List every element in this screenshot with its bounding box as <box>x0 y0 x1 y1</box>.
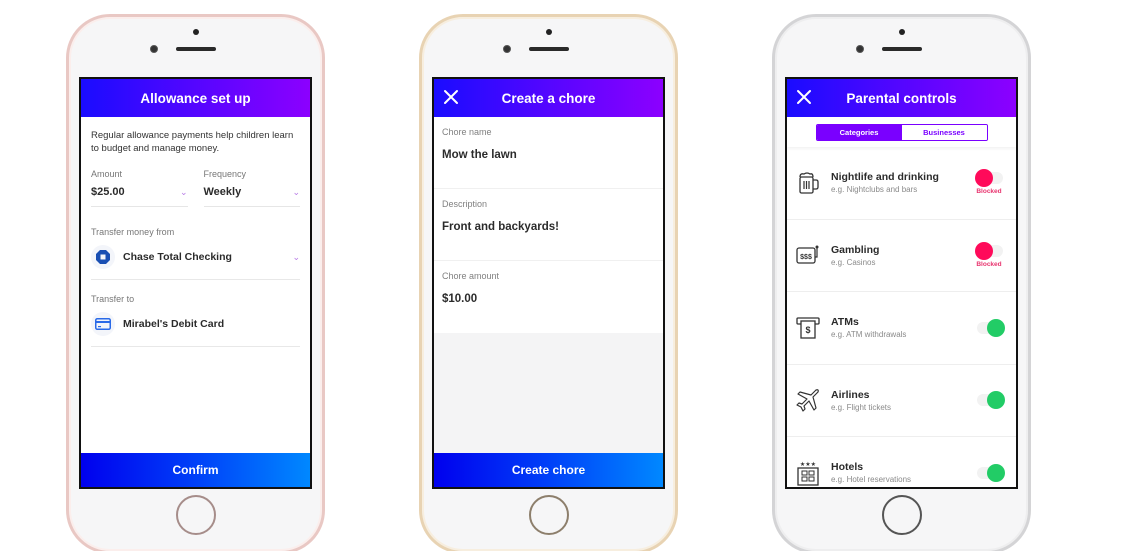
chore-header: Create a chore <box>434 79 663 117</box>
beer-mug-icon <box>799 172 819 194</box>
hotel-icon: ★★★ <box>797 461 819 486</box>
transfer-from-value: Chase Total Checking <box>123 251 232 263</box>
chase-bank-icon <box>91 245 115 269</box>
proximity-sensor <box>545 29 552 35</box>
svg-text:$: $ <box>805 325 810 335</box>
hotels-toggle[interactable] <box>975 463 1005 482</box>
chore-amount-label: Chore amount <box>442 271 500 281</box>
transfer-from-section: Transfer money from Chase Total Checking… <box>81 207 310 280</box>
description-label: Description <box>442 199 488 209</box>
parental-header: Parental controls <box>787 79 1016 117</box>
tab-categories[interactable]: Categories <box>816 124 902 140</box>
chore-name-value: Mow the lawn <box>442 149 517 161</box>
phone-parental: Parental controls Categories Businesses … <box>772 14 1031 551</box>
chore-name-label: Chore name <box>442 127 492 137</box>
gambling-toggle[interactable] <box>975 241 1003 260</box>
category-subtitle: e.g. Nightclubs and bars <box>831 185 918 195</box>
parental-screen: Parental controls Categories Businesses … <box>785 77 1018 489</box>
earpiece-speaker <box>528 47 569 51</box>
create-chore-button[interactable]: Create chore <box>434 453 663 487</box>
description-value: Front and backyards! <box>442 221 559 233</box>
proximity-sensor <box>898 29 905 35</box>
allowance-intro: Regular allowance payments help children… <box>91 130 294 154</box>
close-icon[interactable] <box>443 89 459 105</box>
phone-allowance: Allowance set up Regular allowance payme… <box>66 14 325 551</box>
phone-chore: Create a chore Chore name Mow the lawn D… <box>419 14 678 551</box>
category-subtitle: e.g. Hotel reservations <box>831 475 912 485</box>
transfer-from-label: Transfer money from <box>91 227 175 237</box>
chore-title: Create a chore <box>501 90 596 106</box>
chevron-down-icon: ⌄ <box>292 251 300 262</box>
chevron-down-icon: ⌄ <box>179 186 188 197</box>
stage: Allowance set up Regular allowance payme… <box>0 0 1122 551</box>
chore-name-field[interactable]: Chore name Mow the lawn <box>434 117 663 189</box>
transfer-to-label: Transfer to <box>91 294 135 304</box>
category-row: Airlines e.g. Flight tickets <box>787 365 1016 437</box>
frequency-select[interactable]: Frequency Weekly ⌄ <box>203 169 300 207</box>
chevron-down-icon: ⌄ <box>292 186 300 197</box>
chore-screen: Create a chore Chore name Mow the lawn D… <box>432 77 665 489</box>
transfer-to-section: Transfer to Mirabel's Debit Card <box>81 280 310 347</box>
transfer-to-field[interactable]: Mirabel's Debit Card <box>91 312 300 347</box>
empty-area <box>434 333 663 453</box>
category-title: ATMs <box>831 316 859 329</box>
chore-amount-value: $10.00 <box>442 293 478 305</box>
confirm-button[interactable]: Confirm <box>81 453 310 487</box>
parental-title: Parental controls <box>846 90 957 106</box>
amount-label: Amount <box>91 169 123 179</box>
segmented-control: Categories Businesses <box>787 117 1016 147</box>
front-camera <box>503 45 511 53</box>
category-subtitle: e.g. ATM withdrawals <box>831 330 907 340</box>
front-camera <box>150 45 158 53</box>
close-icon[interactable] <box>796 89 812 105</box>
home-button[interactable] <box>881 495 922 535</box>
transfer-to-value: Mirabel's Debit Card <box>123 318 225 330</box>
debit-card-icon <box>91 312 115 336</box>
svg-text:$$$: $$$ <box>800 254 812 261</box>
frequency-label: Frequency <box>203 169 247 179</box>
allowance-screen: Allowance set up Regular allowance payme… <box>79 77 312 489</box>
chore-amount-field[interactable]: Chore amount $10.00 <box>434 261 663 333</box>
allowance-header: Allowance set up <box>81 79 310 117</box>
svg-text:★★★: ★★★ <box>800 461 816 468</box>
category-subtitle: e.g. Flight tickets <box>831 402 892 412</box>
description-field[interactable]: Description Front and backyards! <box>434 189 663 261</box>
blocked-label: Blocked <box>976 188 1002 196</box>
amount-field[interactable]: Amount $25.00 ⌄ <box>91 169 188 207</box>
airplane-icon <box>796 389 819 412</box>
category-row: Nightlife and drinking e.g. Nightclubs a… <box>787 147 1016 220</box>
front-camera <box>856 45 864 53</box>
create-chore-label: Create chore <box>511 463 586 477</box>
category-subtitle: e.g. Casinos <box>831 257 876 267</box>
frequency-value: Weekly <box>203 186 242 198</box>
home-button[interactable] <box>175 495 216 535</box>
category-title: Hotels <box>831 461 864 474</box>
earpiece-speaker <box>881 47 922 51</box>
amount-value: $25.00 <box>91 186 125 198</box>
proximity-sensor <box>192 29 199 35</box>
category-title: Airlines <box>831 388 870 401</box>
allowance-title: Allowance set up <box>140 90 251 106</box>
tab-businesses[interactable]: Businesses <box>901 124 987 140</box>
category-title: Gambling <box>831 243 880 256</box>
atm-icon: $ <box>796 317 820 339</box>
category-row: $$$ Gambling e.g. Casinos Blocked <box>787 220 1016 292</box>
slot-machine-icon: $$$ <box>796 245 819 264</box>
transfer-from-select[interactable]: Chase Total Checking ⌄ <box>91 245 300 280</box>
confirm-label: Confirm <box>172 463 219 477</box>
blocked-label: Blocked <box>976 260 1002 268</box>
category-row: $ ATMs e.g. ATM withdrawals <box>787 292 1016 365</box>
earpiece-speaker <box>175 47 216 51</box>
nightlife-toggle[interactable] <box>975 169 1003 188</box>
atms-toggle[interactable] <box>975 318 1005 337</box>
category-row: ★★★ Hotels e.g. Hotel reservations <box>787 437 1016 487</box>
airlines-toggle[interactable] <box>975 391 1005 410</box>
home-button[interactable] <box>528 495 569 535</box>
category-title: Nightlife and drinking <box>831 171 939 184</box>
